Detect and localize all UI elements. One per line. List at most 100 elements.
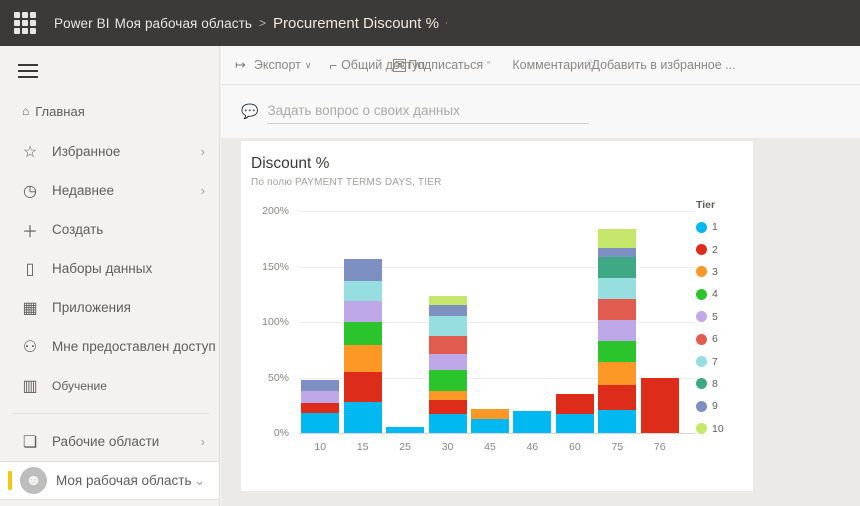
bar-column[interactable] — [598, 228, 637, 433]
legend-item[interactable]: 9 — [696, 395, 756, 417]
bar-segment[interactable] — [598, 277, 637, 299]
bar-segment[interactable] — [343, 300, 382, 322]
legend-item[interactable]: 7 — [696, 350, 756, 372]
bar-segment[interactable] — [343, 371, 382, 402]
bar-column[interactable] — [513, 410, 552, 433]
chevron-right-icon: › — [200, 183, 205, 198]
bar-segment[interactable] — [428, 336, 467, 355]
chart-legend: Tier 1 2 3 4 5 6 7 8 9 10 — [696, 199, 756, 440]
legend-color-swatch — [696, 311, 707, 323]
bar-segment[interactable] — [428, 369, 467, 391]
bar-segment[interactable] — [598, 361, 637, 386]
breadcrumb-brand[interactable]: Power BI — [54, 16, 110, 31]
bar-column[interactable] — [386, 427, 425, 433]
comments-button[interactable]: Комментарии — [512, 46, 591, 85]
legend-item-label: 4 — [712, 288, 718, 301]
bar-segment[interactable] — [386, 427, 425, 433]
sidebar-item-learn[interactable]: ▥ Обучение — [0, 366, 219, 405]
bar-column[interactable] — [301, 379, 340, 433]
bar-column[interactable] — [471, 408, 509, 433]
sidebar-item-recent[interactable]: ◷ Недавнее › — [0, 171, 219, 210]
legend-item[interactable]: 2 — [696, 238, 756, 260]
legend-color-swatch — [696, 333, 707, 345]
bar-segment[interactable] — [428, 354, 467, 370]
legend-item[interactable]: 6 — [696, 328, 756, 350]
legend-color-swatch — [696, 288, 707, 300]
shared-user-icon: ⚇ — [22, 338, 38, 356]
sidebar-item-label: Избранное — [52, 144, 121, 159]
database-icon: ▯ — [25, 260, 35, 278]
sidebar-item-home[interactable]: ⌂ Главная — [0, 96, 219, 126]
bar-segment[interactable] — [301, 390, 340, 404]
sidebar-item-my-workspace[interactable]: ☻ Моя рабочая область ⌄ — [0, 461, 219, 500]
bar-segment[interactable] — [598, 409, 637, 433]
sidebar-item-favorites[interactable]: ☆ Избранное › — [0, 132, 219, 171]
legend-item[interactable]: 4 — [696, 283, 756, 305]
workspaces-icon: ❏ — [22, 433, 38, 451]
bar-segment[interactable] — [301, 379, 340, 391]
bar-segment[interactable] — [428, 390, 467, 400]
legend-item[interactable]: 5 — [696, 306, 756, 328]
bar-segment[interactable] — [471, 418, 509, 433]
x-axis-tick-label: 75 — [611, 441, 624, 453]
bar-segment[interactable] — [343, 280, 382, 301]
avatar: ☻ — [20, 467, 47, 494]
bar-segment[interactable] — [598, 298, 637, 320]
legend-item[interactable]: 10 — [696, 418, 756, 440]
legend-item[interactable]: 8 — [696, 373, 756, 395]
legend-color-swatch — [696, 423, 707, 435]
sidebar-item-label: Создать — [52, 222, 104, 237]
legend-item-label: 2 — [712, 243, 718, 256]
stacked-column-chart-visual[interactable]: Discount % По полю PAYMENT TERMS DAYS, T… — [241, 141, 753, 491]
sidebar-item-workspaces[interactable]: ❏ Рабочие области › — [0, 422, 219, 461]
subscribe-button[interactable]: ✉ Подписаться " — [393, 46, 490, 85]
page-title[interactable]: Procurement Discount % — [273, 15, 439, 32]
legend-color-swatch — [696, 400, 707, 412]
bar-segment[interactable] — [301, 403, 340, 414]
bar-segment[interactable] — [640, 377, 679, 433]
bar-segment[interactable] — [598, 247, 637, 257]
bar-segment[interactable] — [598, 385, 637, 410]
x-axis-tick-label: 60 — [569, 441, 581, 453]
bar-segment[interactable] — [471, 408, 509, 419]
bar-column[interactable] — [555, 394, 594, 433]
x-axis-tick-label: 46 — [526, 441, 539, 453]
bar-segment[interactable] — [343, 322, 382, 346]
bar-segment[interactable] — [428, 316, 467, 337]
bar-segment[interactable] — [598, 228, 637, 248]
bar-segment[interactable] — [428, 296, 467, 306]
bar-segment[interactable] — [343, 401, 382, 433]
bar-column[interactable] — [343, 258, 382, 433]
bar-segment[interactable] — [343, 258, 382, 281]
hamburger-icon[interactable] — [18, 64, 38, 78]
bar-segment[interactable] — [301, 413, 340, 433]
legend-color-swatch — [696, 244, 707, 256]
clock-icon: ◷ — [23, 182, 37, 200]
bar-segment[interactable] — [428, 305, 467, 317]
bar-segment[interactable] — [598, 340, 637, 362]
bar-column[interactable] — [428, 296, 467, 433]
chevron-down-icon: ∨ — [304, 59, 312, 70]
qa-search-input[interactable] — [267, 100, 589, 124]
legend-item[interactable]: 3 — [696, 261, 756, 283]
sidebar-item-apps[interactable]: ▦ Приложения — [0, 288, 219, 327]
bar-segment[interactable] — [428, 399, 467, 415]
sidebar-item-create[interactable]: ＋ Создать — [0, 210, 219, 249]
sidebar-item-datasets[interactable]: ▯ Наборы данных — [0, 249, 219, 288]
sidebar-item-shared-with-me[interactable]: ⚇ Мне предоставлен доступ — [0, 327, 219, 366]
app-launcher-icon[interactable] — [14, 12, 36, 34]
bar-segment[interactable] — [555, 414, 594, 433]
favorite-button[interactable]: ✩ Добавить в избранное ... — [583, 46, 735, 85]
bar-segment[interactable] — [513, 410, 552, 433]
bar-segment[interactable] — [598, 319, 637, 341]
breadcrumb-workspace[interactable]: Моя рабочая область — [110, 16, 252, 31]
legend-items: 1 2 3 4 5 6 7 8 9 10 — [696, 216, 756, 440]
bar-column[interactable] — [640, 377, 679, 433]
x-axis-tick-label: 15 — [356, 441, 369, 453]
export-button[interactable]: ↦ Экспорт ∨ — [235, 46, 311, 85]
legend-item[interactable]: 1 — [696, 216, 756, 238]
bar-segment[interactable] — [343, 345, 382, 372]
bar-segment[interactable] — [598, 256, 637, 278]
bar-segment[interactable] — [555, 394, 594, 415]
bar-segment[interactable] — [428, 414, 467, 433]
